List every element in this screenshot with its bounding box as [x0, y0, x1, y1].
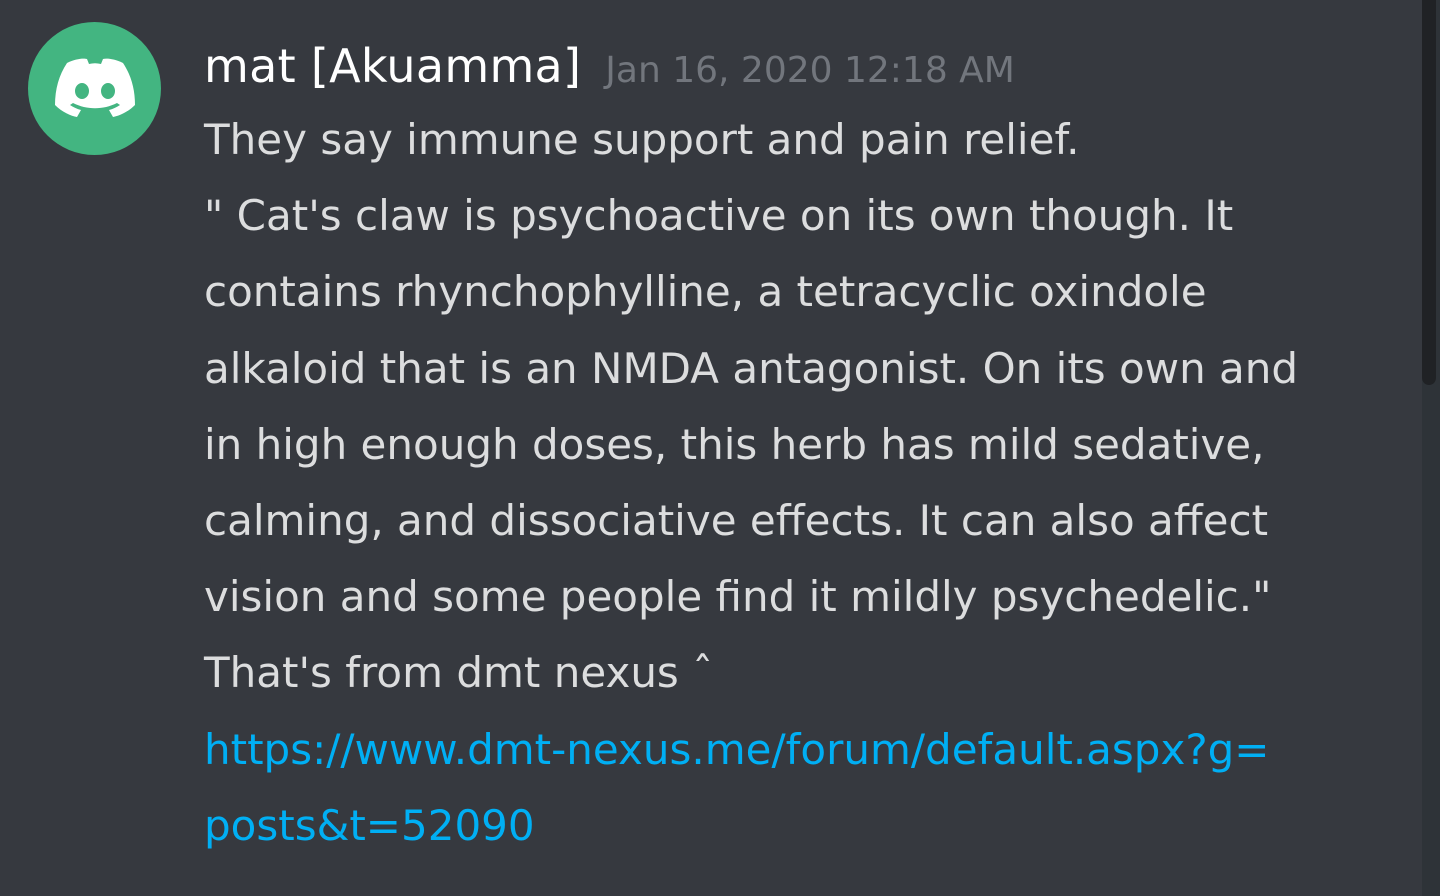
- username[interactable]: mat [Akuamma]: [204, 30, 581, 102]
- scrollbar-thumb[interactable]: [1422, 0, 1436, 385]
- discord-logo-icon: [54, 58, 135, 117]
- message-line: calming, and dissociative effects. It ca…: [204, 496, 1269, 546]
- message-line: " Cat's claw is psychoactive on its own …: [204, 191, 1234, 241]
- message-line: vision and some people find it mildly ps…: [204, 572, 1272, 622]
- message-line: contains rhynchophylline, a tetracyclic …: [204, 267, 1207, 317]
- message-line: alkaloid that is an NMDA antagonist. On …: [204, 343, 1299, 393]
- avatar[interactable]: [28, 22, 161, 155]
- link-line[interactable]: posts&t=52090: [204, 788, 1400, 864]
- message-line: That's from dmt nexus ˆ: [204, 648, 714, 698]
- message-body: They say immune support and pain relief.…: [204, 102, 1400, 864]
- message-line: They say immune support and pain relief.: [204, 115, 1080, 164]
- message-link[interactable]: https://www.dmt-nexus.me/forum/default.a…: [204, 712, 1400, 864]
- timestamp: Jan 16, 2020 12:18 AM: [605, 50, 1015, 91]
- scrollbar-track[interactable]: [1422, 0, 1440, 896]
- message-content: mat [Akuamma] Jan 16, 2020 12:18 AM They…: [204, 30, 1400, 864]
- message-line: in high enough doses, this herb has mild…: [204, 419, 1265, 469]
- link-line[interactable]: https://www.dmt-nexus.me/forum/default.a…: [204, 712, 1400, 788]
- message-header: mat [Akuamma] Jan 16, 2020 12:18 AM: [204, 30, 1400, 102]
- chat-message: mat [Akuamma] Jan 16, 2020 12:18 AM They…: [0, 0, 1420, 896]
